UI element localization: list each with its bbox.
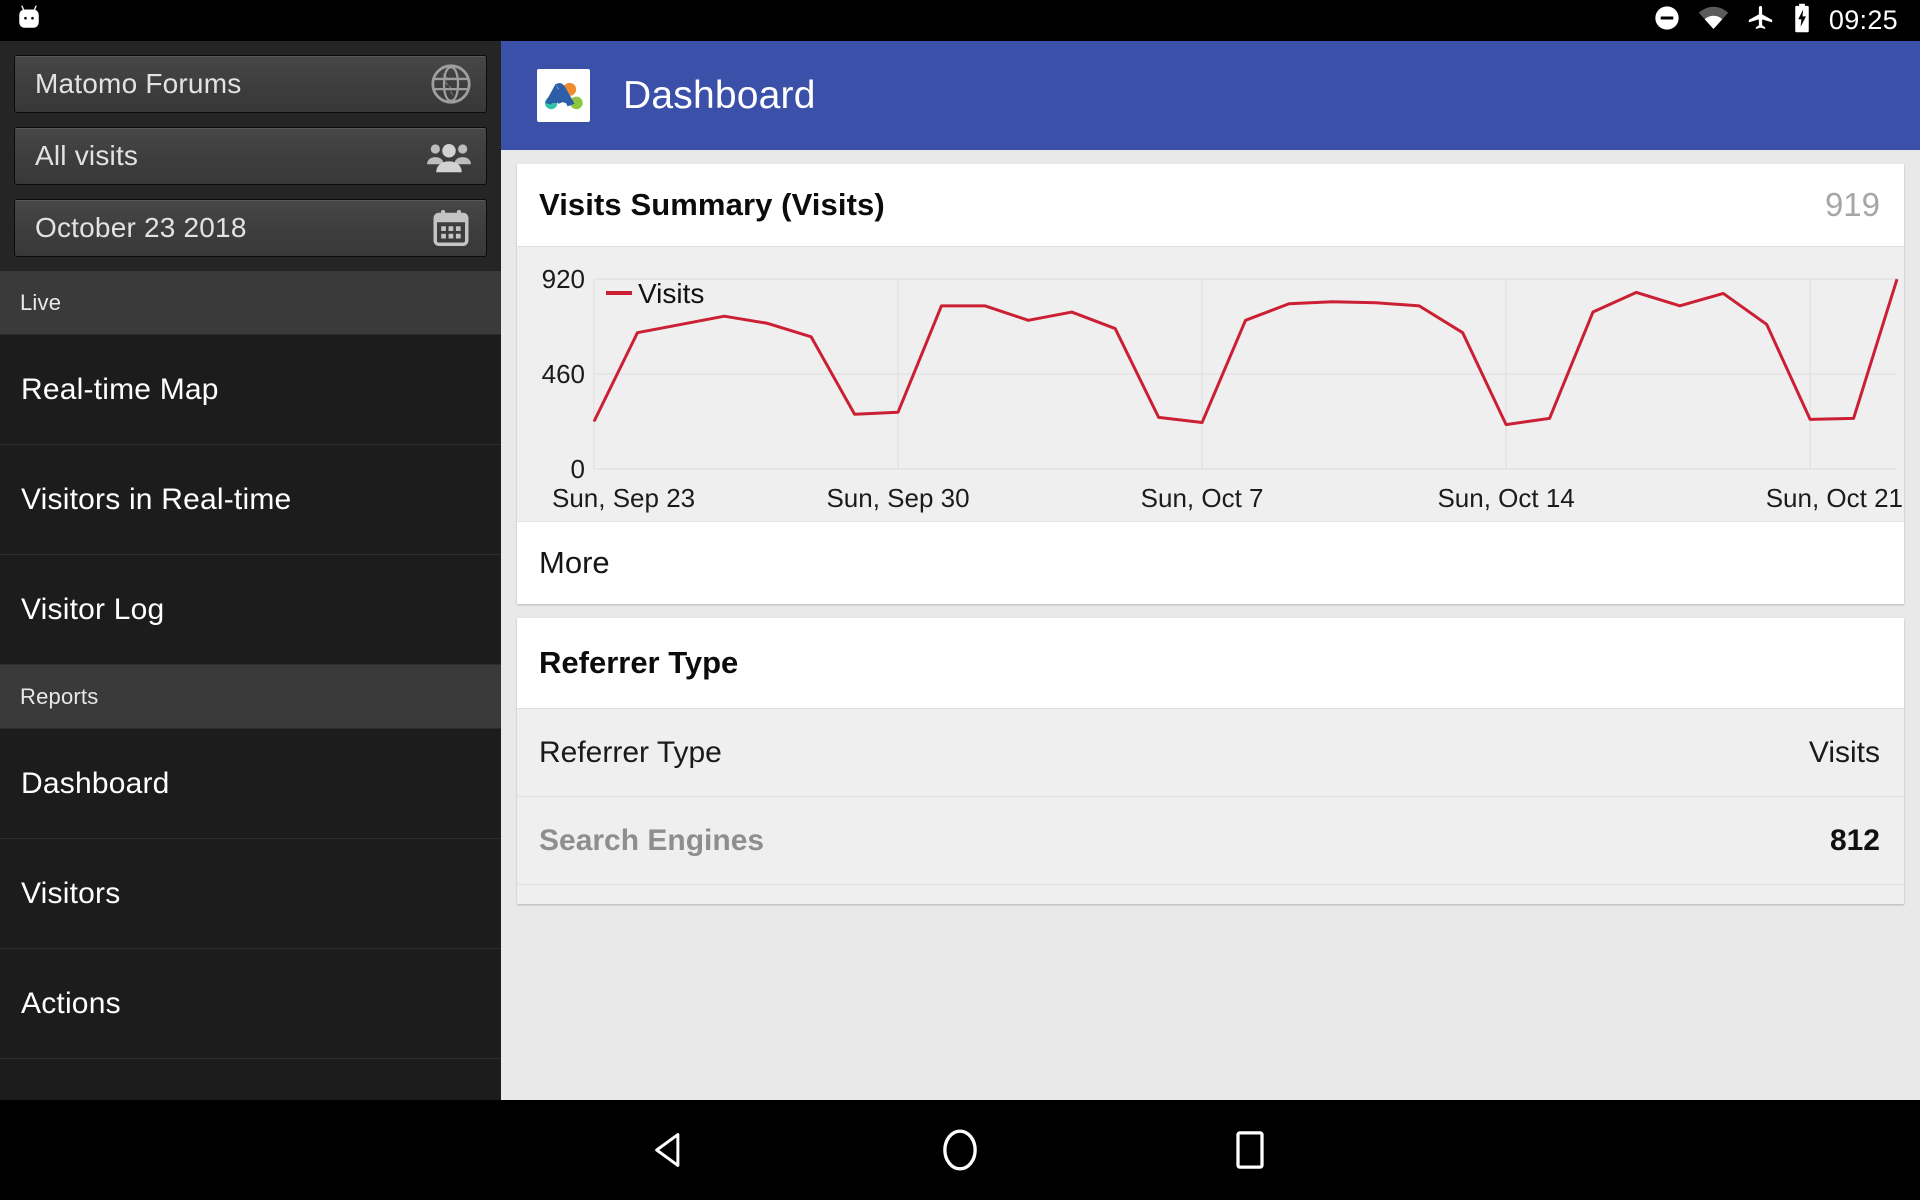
sidebar: Matomo Forums All visits October 23 2018… <box>0 41 501 1100</box>
svg-text:Sun, Sep 23: Sun, Sep 23 <box>552 483 695 513</box>
segment-selector-label: All visits <box>35 140 139 171</box>
svg-text:Visits: Visits <box>638 278 704 309</box>
status-bar-notifications <box>0 3 44 38</box>
visits-chart-svg: 0 460 920 Sun, Sep 23 Sun, Sep 30 Sun, Oct 7 S… <box>542 264 1903 513</box>
visits-summary-header[interactable]: Visits Summary (Visits) 919 <box>517 164 1904 247</box>
svg-text:920: 920 <box>542 264 585 294</box>
sidebar-item-visitors[interactable]: Visitors <box>0 839 501 949</box>
referrer-type-column-header: Referrer Type Visits <box>517 708 1904 796</box>
globe-icon <box>430 63 472 105</box>
table-row-partial[interactable] <box>517 884 1904 904</box>
column-header-value: Visits <box>1808 735 1880 769</box>
svg-text:460: 460 <box>542 359 585 389</box>
svg-text:Sun, Sep 30: Sun, Sep 30 <box>826 483 969 513</box>
sidebar-item-real-time-map[interactable]: Real-time Map <box>0 335 501 445</box>
recents-square-icon[interactable] <box>1120 1100 1380 1200</box>
status-bar: 09:25 <box>0 0 1920 41</box>
content-area: Dashboard Visits Summary (Visits) 919 0 4… <box>501 41 1920 1100</box>
home-circle-icon[interactable] <box>800 1100 1120 1200</box>
sidebar-item-dashboard[interactable]: Dashboard <box>0 729 501 839</box>
more-button[interactable]: More <box>517 521 1904 604</box>
sidebar-item-visitors-in-real-time[interactable]: Visitors in Real-time <box>0 445 501 555</box>
sidebar-selectors: Matomo Forums All visits October 23 2018 <box>0 41 501 271</box>
svg-text:Sun, Oct 21: Sun, Oct 21 <box>1766 483 1903 513</box>
android-bugdroid-icon <box>14 3 44 38</box>
visits-line-chart[interactable]: 0 460 920 Sun, Sep 23 Sun, Sep 30 Sun, Oct 7 S… <box>517 247 1904 521</box>
referrer-type-title: Referrer Type <box>517 618 1904 708</box>
app-bar: Dashboard <box>501 41 1920 150</box>
row-label-search-engines: Search Engines <box>539 823 765 857</box>
matomo-logo-icon <box>537 69 590 122</box>
status-bar-clock: 09:25 <box>1828 5 1898 35</box>
battery-charging-icon <box>1792 3 1812 38</box>
referrer-type-card: Referrer Type Referrer Type Visits Searc… <box>517 618 1904 904</box>
visits-summary-card: Visits Summary (Visits) 919 0 460 920 Sun, … <box>517 164 1904 604</box>
column-header-name: Referrer Type <box>539 735 722 769</box>
visits-summary-title: Visits Summary (Visits) <box>539 187 885 222</box>
sidebar-item-actions[interactable]: Actions <box>0 949 501 1059</box>
date-selector-button[interactable]: October 23 2018 <box>14 199 487 257</box>
site-selector-label: Matomo Forums <box>35 68 242 99</box>
people-group-icon <box>426 135 472 177</box>
svg-text:0: 0 <box>571 454 585 484</box>
android-navigation-bar <box>0 1100 1920 1200</box>
status-bar-system-icons: 09:25 <box>1653 3 1920 38</box>
sidebar-item-visitor-log[interactable]: Visitor Log <box>0 555 501 665</box>
airplane-mode-icon <box>1746 4 1775 37</box>
site-selector-button[interactable]: Matomo Forums <box>14 55 487 113</box>
segment-selector-button[interactable]: All visits <box>14 127 487 185</box>
svg-text:Sun, Oct 7: Sun, Oct 7 <box>1141 483 1264 513</box>
row-value-search-engines: 812 <box>1829 823 1880 857</box>
do-not-disturb-icon <box>1653 4 1681 37</box>
sidebar-group-header-live: Live <box>0 271 501 335</box>
calendar-icon <box>430 207 472 249</box>
svg-text:Sun, Oct 14: Sun, Oct 14 <box>1437 483 1574 513</box>
date-selector-label: October 23 2018 <box>35 212 247 243</box>
table-row[interactable]: Search Engines 812 <box>517 796 1904 884</box>
back-triangle-icon[interactable] <box>540 1100 800 1200</box>
visits-summary-total: 919 <box>1824 186 1880 223</box>
sidebar-group-header-reports: Reports <box>0 665 501 729</box>
page-title: Dashboard <box>623 73 816 117</box>
wifi-icon <box>1698 4 1729 37</box>
